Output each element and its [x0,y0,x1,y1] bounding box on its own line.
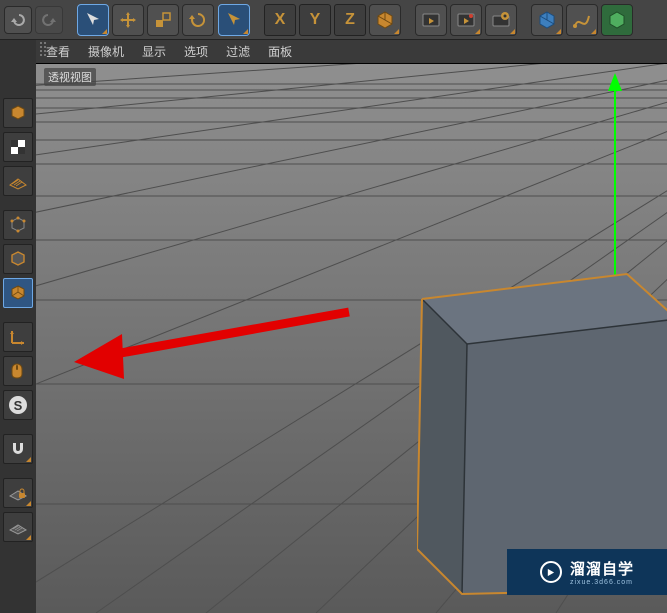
tweak-mode-button[interactable] [3,356,33,386]
z-axis-button[interactable]: Z [334,4,366,36]
points-mode-button[interactable] [3,210,33,240]
menu-view[interactable]: 查看 [46,43,70,60]
workplane-button[interactable] [3,512,33,542]
menu-camera[interactable]: 摄像机 [88,43,124,60]
add-primitive-button[interactable] [531,4,563,36]
render-view-button[interactable] [415,4,447,36]
snap-button[interactable] [3,434,33,464]
edges-mode-button[interactable] [3,244,33,274]
select-group [218,4,250,36]
soft-select-button[interactable]: S [3,390,33,420]
viewport-label: 透视视图 [44,68,96,86]
top-toolbar: X Y Z [0,0,667,40]
render-group [415,4,517,36]
transform-group [77,4,214,36]
perspective-viewport[interactable]: 透视视图 溜溜自学 z [36,64,667,613]
menu-panel[interactable]: 面板 [268,43,292,60]
undo-button[interactable] [4,6,32,34]
viewport-menubar: 查看 摄像机 显示 选项 过滤 面板 [0,40,667,64]
rotate-button[interactable] [182,4,214,36]
coord-system-button[interactable] [369,4,401,36]
menu-options[interactable]: 选项 [184,43,208,60]
watermark-badge: 溜溜自学 zixue.3d66.com [507,549,667,595]
scale-button[interactable] [147,4,179,36]
menu-display[interactable]: 显示 [142,43,166,60]
axis-lock-group: X Y Z [264,4,401,36]
history-group [4,6,63,34]
add-spline-button[interactable] [566,4,598,36]
left-toolbar: S [0,40,36,613]
lasso-select-button[interactable] [218,4,250,36]
redo-button[interactable] [35,6,63,34]
render-settings-button[interactable] [485,4,517,36]
move-button[interactable] [112,4,144,36]
watermark-url: zixue.3d66.com [570,579,634,586]
watermark-title: 溜溜自学 [570,561,634,578]
menu-grip-icon [40,42,47,62]
render-picture-button[interactable] [450,4,482,36]
app-window: X Y Z 查看 摄像机 显示 选项 过滤 面板 [0,0,667,613]
play-icon [540,561,562,583]
enable-axis-button[interactable] [3,322,33,352]
x-axis-button[interactable]: X [264,4,296,36]
create-group [531,4,633,36]
workplane-lock-button[interactable] [3,478,33,508]
scene-cube-object[interactable] [417,259,667,599]
menu-filter[interactable]: 过滤 [226,43,250,60]
add-generator-button[interactable] [601,4,633,36]
workplane-mode-button[interactable] [3,166,33,196]
live-select-button[interactable] [77,4,109,36]
object-mode-button[interactable] [3,98,33,128]
texture-mode-button[interactable] [3,132,33,162]
y-axis-button[interactable]: Y [299,4,331,36]
polygons-mode-button[interactable] [3,278,33,308]
